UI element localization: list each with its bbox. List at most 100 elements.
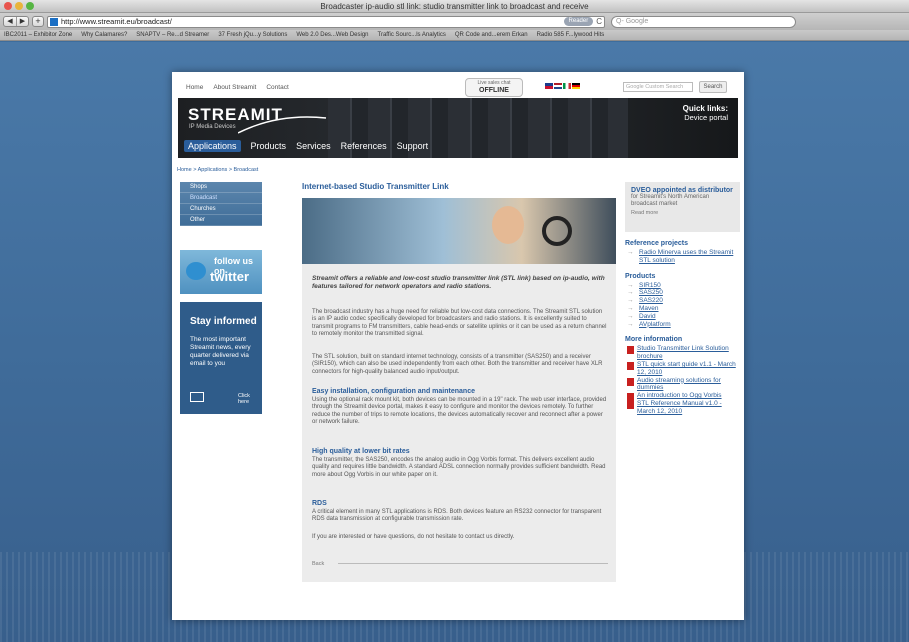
url-text[interactable]: http://www.streamit.eu/broadcast/ <box>61 17 172 26</box>
pdf-icon <box>627 361 634 370</box>
references-heading: Reference projects <box>625 240 689 247</box>
menu-services[interactable]: Services <box>296 141 331 151</box>
product-link[interactable]: David <box>625 313 740 321</box>
pdf-icon <box>627 400 634 409</box>
logo-subtitle: IP Media Devices <box>189 124 236 130</box>
pdf-link-label: Studio Transmitter Link Solution brochur… <box>637 345 729 361</box>
topnav-about[interactable]: About Streamit <box>213 84 256 91</box>
bookmark-item[interactable]: Traffic Sourc...ls Analytics <box>378 32 446 38</box>
pdf-link[interactable]: Studio Transmitter Link Solution brochur… <box>625 345 740 361</box>
breadcrumb[interactable]: Home > Applications > Broadcast <box>177 167 258 173</box>
pdf-link[interactable]: An introduction to Ogg Vorbis <box>625 392 740 402</box>
page-container: Home About Streamit Contact Live sales c… <box>172 72 744 620</box>
bookmark-item[interactable]: QR Code and...erem Erkan <box>455 32 528 38</box>
intro-text: Streamit offers a reliable and low-cost … <box>312 275 605 290</box>
leftnav-other[interactable]: Other <box>180 215 262 226</box>
topnav-contact[interactable]: Contact <box>266 84 288 91</box>
news-title[interactable]: DVEO appointed as distributor <box>631 187 734 194</box>
flag-it-icon[interactable] <box>563 83 571 89</box>
pdf-link-label: Audio streaming solutions for dummies <box>637 376 721 392</box>
leftnav-shops[interactable]: Shops <box>180 182 262 193</box>
traffic-lights <box>4 2 34 10</box>
product-link[interactable]: SAS220 <box>625 297 740 305</box>
twitter-bird-icon <box>186 262 206 280</box>
menu-references[interactable]: References <box>341 141 387 151</box>
menu-support[interactable]: Support <box>397 141 429 151</box>
minimize-window-icon[interactable] <box>15 2 23 10</box>
footer-privacy[interactable]: Privacy <box>218 604 238 610</box>
page-title: Internet-based Studio Transmitter Link <box>302 182 449 191</box>
menu-applications[interactable]: Applications <box>184 140 241 152</box>
heading-quality: High quality at lower bit rates <box>312 448 410 455</box>
status-label: Live sales chat <box>477 80 511 86</box>
reference-link[interactable]: Radio Minerva uses the Streamit STL solu… <box>625 249 740 265</box>
zoom-window-icon[interactable] <box>26 2 34 10</box>
paragraph-4: The transmitter, the SAS250, encodes the… <box>312 457 606 478</box>
close-window-icon[interactable] <box>4 2 12 10</box>
bookmark-item[interactable]: Why Calamares? <box>81 32 127 38</box>
refresh-icon[interactable]: C <box>596 17 602 26</box>
add-bookmark-button[interactable]: + <box>32 16 44 27</box>
newsletter-click-link[interactable]: Click here <box>238 393 262 405</box>
web-viewport: Home About Streamit Contact Live sales c… <box>0 42 909 642</box>
forward-button[interactable]: ▶ <box>16 17 28 26</box>
product-link[interactable]: SAS250 <box>625 289 740 297</box>
paragraph-3: Using the optional rack mount kit, both … <box>312 397 607 425</box>
right-sidebar: DVEO appointed as distributor for Stream… <box>625 182 740 416</box>
heading-installation: Easy installation, configuration and mai… <box>312 388 475 395</box>
footer-sitemap[interactable]: Sitemap <box>248 604 270 610</box>
logo-swoosh-icon <box>238 116 327 134</box>
history-nav: ◀ ▶ <box>3 16 29 27</box>
headphones-icon <box>542 216 572 246</box>
site-search-button[interactable]: Search <box>699 81 727 93</box>
product-link[interactable]: Maven <box>625 305 740 313</box>
favicon-icon <box>50 17 58 26</box>
news-box: DVEO appointed as distributor for Stream… <box>625 182 740 232</box>
flag-nl-icon[interactable] <box>554 83 562 89</box>
back-button[interactable]: ◀ <box>4 17 16 26</box>
address-bar[interactable]: http://www.streamit.eu/broadcast/ Reader… <box>47 15 605 28</box>
window-title: Broadcaster ip-audio stl link: studio tr… <box>320 2 589 11</box>
twitter-follow-banner[interactable]: follow us on twitter <box>180 250 262 294</box>
browser-search-input[interactable]: Q- Google <box>611 15 796 28</box>
product-link[interactable]: SIR150 <box>625 282 740 290</box>
footer-disclaimer[interactable]: Disclaimer <box>180 604 208 610</box>
main-content: Streamit offers a reliable and low-cost … <box>302 264 616 582</box>
main-menu: Applications Products Services Reference… <box>184 140 428 152</box>
twitter-line2: twitter <box>210 269 249 284</box>
paragraph-2: The STL solution, built on standard inte… <box>312 354 603 375</box>
menu-products[interactable]: Products <box>251 141 287 151</box>
leftnav-churches[interactable]: Churches <box>180 204 262 215</box>
bookmark-item[interactable]: Web 2.0 Des...Web Design <box>296 32 368 38</box>
paragraph-5: A critical element in many STL applicati… <box>312 509 602 523</box>
site-search-input[interactable]: Google Custom Search <box>623 82 693 92</box>
quick-link-device-portal[interactable]: Device portal <box>683 113 728 122</box>
reader-button[interactable]: Reader <box>563 17 594 26</box>
news-read-more[interactable]: Read more <box>631 210 734 216</box>
newsletter-box: Stay informed The most important Streami… <box>180 302 262 414</box>
search-placeholder: Google <box>626 84 644 90</box>
product-link[interactable]: AVplatform <box>625 321 740 329</box>
top-nav: Home About Streamit Contact <box>186 84 289 91</box>
pdf-link[interactable]: Audio streaming solutions for dummies <box>625 377 740 393</box>
browser-toolbar: ◀ ▶ + http://www.streamit.eu/broadcast/ … <box>0 13 909 30</box>
bookmark-item[interactable]: SNAPTV – Re...d Streamer <box>136 32 209 38</box>
paragraph-6: If you are interested or have questions,… <box>312 534 515 540</box>
pdf-link-label: STL Reference Manual v1.0 - March 12, 20… <box>637 399 722 415</box>
quick-links-title: Quick links: <box>682 104 728 113</box>
newsletter-body: The most important Streamit news, every … <box>190 336 251 367</box>
live-chat-status[interactable]: Live sales chat OFFLINE <box>465 78 523 97</box>
bookmark-item[interactable]: Radio 585 F...lywood Hits <box>537 32 605 38</box>
bookmark-item[interactable]: IBC2011 – Exhibitor Zone <box>4 32 72 38</box>
back-link[interactable]: Back <box>312 561 324 567</box>
left-nav: Shops Broadcast Churches Other <box>180 182 262 226</box>
leftnav-broadcast[interactable]: Broadcast <box>180 193 262 204</box>
topnav-home[interactable]: Home <box>186 84 203 91</box>
flag-de-icon[interactable] <box>572 83 580 89</box>
flag-en-icon[interactable] <box>545 83 553 89</box>
bookmark-item[interactable]: 37 Fresh jQu...y Solutions <box>218 32 287 38</box>
pdf-link[interactable]: STL quick start guide v1.1 - March 12, 2… <box>625 361 740 377</box>
paragraph-1: The broadcast industry has a huge need f… <box>312 309 607 337</box>
pdf-link[interactable]: STL Reference Manual v1.0 - March 12, 20… <box>625 400 740 416</box>
pdf-link-label: An introduction to Ogg Vorbis <box>637 392 722 400</box>
